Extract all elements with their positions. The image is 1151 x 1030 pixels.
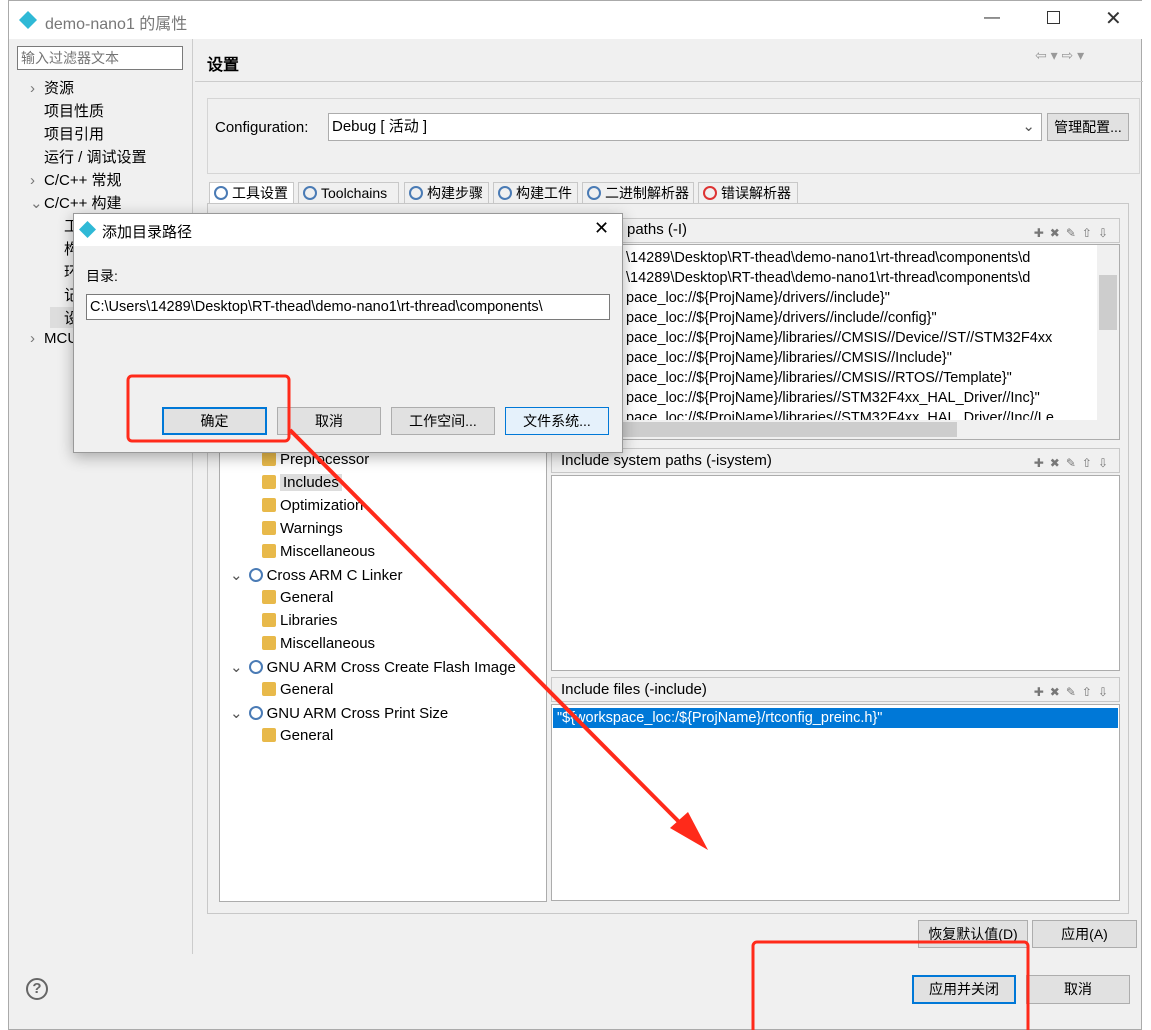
- annotation-arrow: [288, 428, 697, 840]
- annotation-box-apply-close: [751, 940, 1030, 1030]
- annotation-overlay: [126, 374, 1030, 1030]
- annotation-box-ok: [126, 374, 291, 443]
